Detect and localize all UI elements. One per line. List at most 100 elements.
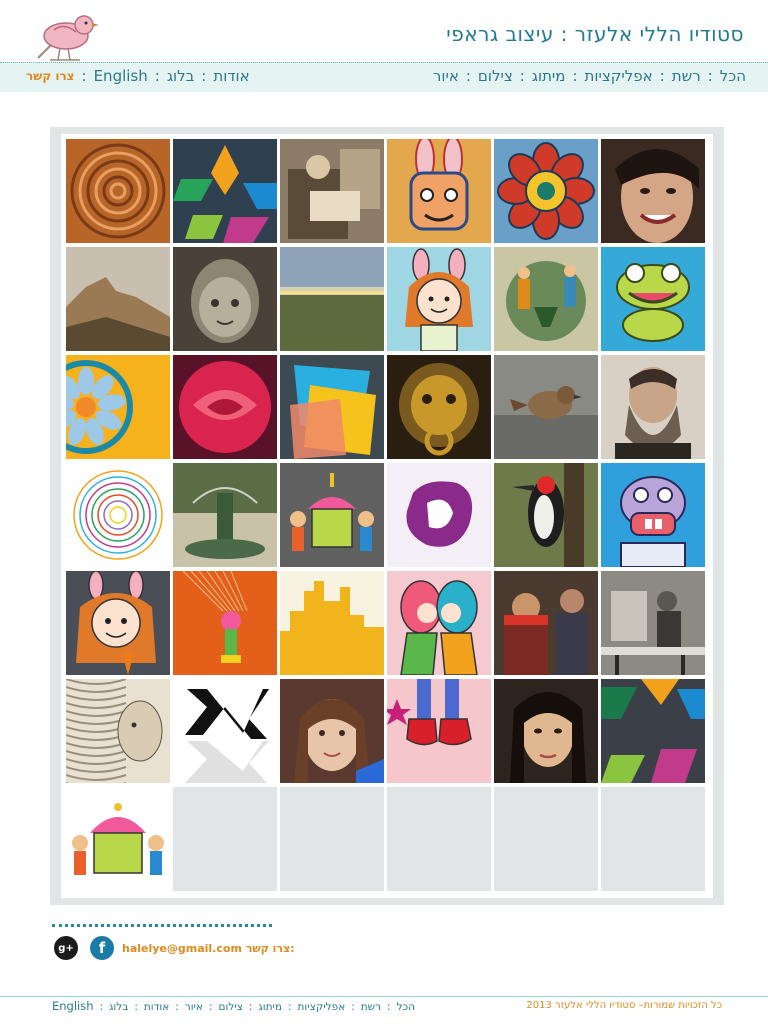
nav-item-illustration[interactable]: איור (433, 67, 459, 85)
footer-nav-apps[interactable]: אפליקציות (298, 1001, 346, 1013)
portfolio-tile-geometric-logo[interactable] (173, 139, 277, 243)
nav-item-apps[interactable]: אפליקציות (585, 67, 653, 85)
portfolio-tile-frog-illustration[interactable] (601, 247, 705, 351)
portfolio-tile-carrot-girl[interactable] (66, 571, 170, 675)
portfolio-tile-yellow-city[interactable] (280, 571, 384, 675)
portfolio-tile-red-rose[interactable] (173, 355, 277, 459)
nav-item-branding[interactable]: מיתוג (532, 67, 566, 85)
portfolio-tile-orange-mandala[interactable] (66, 355, 170, 459)
thumbnail-image (66, 463, 170, 567)
nav-separator: : (707, 67, 713, 85)
nav-separator: : (287, 1001, 292, 1013)
nav-item-about[interactable]: אודות (213, 67, 249, 85)
empty-tile (387, 787, 491, 891)
thumbnail-image (280, 247, 384, 351)
footer-divider (0, 996, 768, 997)
secondary-nav: אודות: בלוג: English: צרו קשר (26, 67, 250, 85)
portfolio-tile-asian-woman-portrait[interactable] (494, 679, 598, 783)
footer-nav-photography[interactable]: צילום (218, 1001, 242, 1013)
nav-separator: : (659, 67, 665, 85)
nav-item-contact[interactable]: צרו קשר (26, 69, 75, 83)
thumbnail-image (173, 463, 277, 567)
portfolio-tile-field-landscape[interactable] (280, 247, 384, 351)
nav-separator: : (99, 1001, 104, 1013)
thumbnail-image (387, 571, 491, 675)
thumbnail-image (173, 571, 277, 675)
portfolio-tile-geometric-logo-2[interactable] (601, 679, 705, 783)
gplus-icon[interactable]: g+ (54, 936, 78, 960)
portfolio-tile-bearded-man-portrait[interactable] (601, 355, 705, 459)
facebook-icon[interactable]: f (90, 936, 114, 960)
contact-info: halelye@gmail.com צרו קשר: (122, 942, 295, 955)
portfolio-tile-bunny-illustration[interactable] (387, 139, 491, 243)
footer-nav-branding[interactable]: מיתוג (258, 1001, 282, 1013)
portfolio-tile-cupcake-kids[interactable] (280, 463, 384, 567)
gallery-inner (61, 134, 713, 898)
nav-separator: : (465, 67, 471, 85)
portfolio-tile-bunny-girl[interactable] (387, 247, 491, 351)
portfolio-tile-folk-flower[interactable] (494, 139, 598, 243)
site-title[interactable]: סטודיו הללי אלעזר : עיצוב גראפי (446, 22, 744, 46)
thumbnail-image (494, 355, 598, 459)
nav-separator: : (387, 1001, 391, 1013)
footer-nav: הכל: רשת: אפליקציות: מיתוג: צילום: איור: אודות… (52, 999, 415, 1013)
thumbnail-image (66, 571, 170, 675)
portfolio-tile-hippo-character[interactable] (601, 463, 705, 567)
portfolio-tile-hanging-figure[interactable] (173, 571, 277, 675)
nav-separator: : (519, 67, 525, 85)
portfolio-tile-cafe-scene[interactable] (494, 571, 598, 675)
dotted-divider (52, 924, 272, 927)
thumbnail-image (66, 679, 170, 783)
contact-email[interactable]: halelye@gmail.com (122, 942, 242, 955)
main-nav: הכל: רשת: אפליקציות: מיתוג: צילום: איור (433, 67, 746, 85)
thumbnail-image (66, 139, 170, 243)
portfolio-tile-tree-rings[interactable] (66, 139, 170, 243)
portfolio-tile-smiling-woman-portrait[interactable] (601, 139, 705, 243)
bird-logo-icon[interactable] (24, 8, 100, 66)
nav-separator: : (572, 67, 578, 85)
portfolio-tile-woodpecker[interactable] (494, 463, 598, 567)
portfolio-tile-purple-logo[interactable] (387, 463, 491, 567)
nav-separator: : (208, 1001, 213, 1013)
portfolio-tile-red-shoes[interactable] (387, 679, 491, 783)
thumbnail-image (173, 247, 277, 351)
portfolio-tile-sparrow[interactable] (494, 355, 598, 459)
footer-nav-english[interactable]: English (52, 999, 94, 1013)
portfolio-tile-fountain[interactable] (173, 463, 277, 567)
footer-nav-all[interactable]: הכל (397, 1001, 415, 1013)
nav-item-blog[interactable]: בלוג (167, 67, 194, 85)
thumbnail-image (601, 247, 705, 351)
nav-separator: : (201, 67, 207, 85)
portfolio-tile-dancing-couple[interactable] (494, 247, 598, 351)
footer-nav-web[interactable]: רשת (361, 1001, 381, 1013)
thumbnail-image (387, 247, 491, 351)
portfolio-tile-stone-cherub[interactable] (173, 247, 277, 351)
portfolio-tile-cliff-landscape[interactable] (66, 247, 170, 351)
nav-item-all[interactable]: הכל (720, 67, 746, 85)
portfolio-tile-vintage-photo[interactable] (280, 139, 384, 243)
portfolio-tile-bw-cafe-photo[interactable] (601, 571, 705, 675)
thumbnail-image (494, 463, 598, 567)
portfolio-tile-cupcake-kids-2[interactable] (66, 787, 170, 891)
portfolio-tile-hebrew-letter-logo[interactable] (173, 679, 277, 783)
footer-nav-illustration[interactable]: איור (185, 1001, 203, 1013)
thumbnail-image (173, 355, 277, 459)
portfolio-tile-abstract-shapes[interactable] (280, 355, 384, 459)
nav-item-web[interactable]: רשת (672, 67, 701, 85)
nav-separator: : (248, 1001, 253, 1013)
gallery-frame (50, 127, 724, 905)
thumbnail-image (66, 247, 170, 351)
nav-item-photography[interactable]: צילום (478, 67, 513, 85)
empty-tile (601, 787, 705, 891)
contact-row: g+ f halelye@gmail.com צרו קשר: (54, 934, 295, 962)
thumbnail-image (494, 571, 598, 675)
portfolio-tile-girl-portrait[interactable] (280, 679, 384, 783)
portfolio-tile-engraving-portrait[interactable] (66, 679, 170, 783)
portfolio-tile-golden-lion-knocker[interactable] (387, 355, 491, 459)
footer-nav-blog[interactable]: בלוג (109, 1001, 128, 1013)
portfolio-tile-rainbow-circles[interactable] (66, 463, 170, 567)
nav-item-english[interactable]: English (94, 67, 148, 85)
footer-nav-about[interactable]: אודות (144, 1001, 169, 1013)
portfolio-tile-kissing-dolls[interactable] (387, 571, 491, 675)
empty-tile (173, 787, 277, 891)
